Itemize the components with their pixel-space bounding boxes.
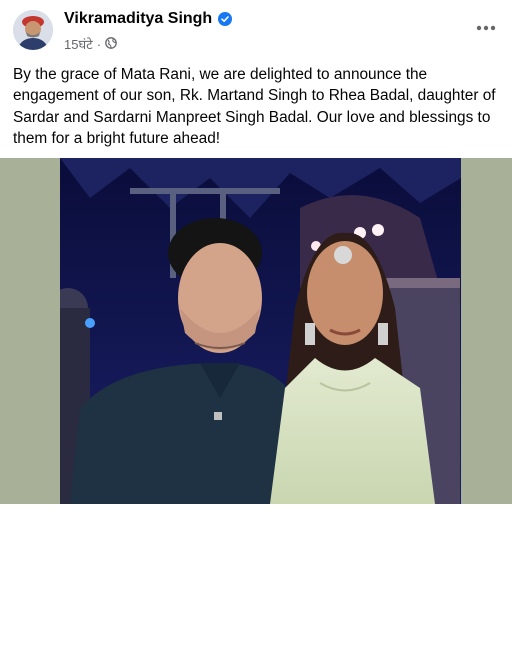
post-photo-container[interactable]: Acti Go t — [0, 158, 512, 655]
author-name[interactable]: Vikramaditya Singh — [64, 10, 212, 28]
globe-icon[interactable] — [105, 36, 117, 52]
post-meta: 15घंटे · — [64, 35, 117, 53]
verified-badge-icon — [218, 12, 233, 26]
meta-separator: · — [96, 36, 102, 52]
post-body-text: By the grace of Mata Rani, we are deligh… — [13, 66, 496, 148]
post-header: Vikramaditya Singh 15घंटे · — [0, 0, 512, 60]
activation-watermark-sub: Go t — [485, 643, 506, 655]
author-avatar[interactable] — [13, 10, 53, 50]
more-options-icon[interactable] — [474, 18, 498, 38]
post-photo[interactable] — [60, 158, 461, 504]
post-timestamp[interactable]: 15घंटे — [64, 35, 93, 53]
activation-watermark: Acti — [478, 616, 512, 641]
author-name-row: Vikramaditya Singh — [64, 10, 233, 28]
